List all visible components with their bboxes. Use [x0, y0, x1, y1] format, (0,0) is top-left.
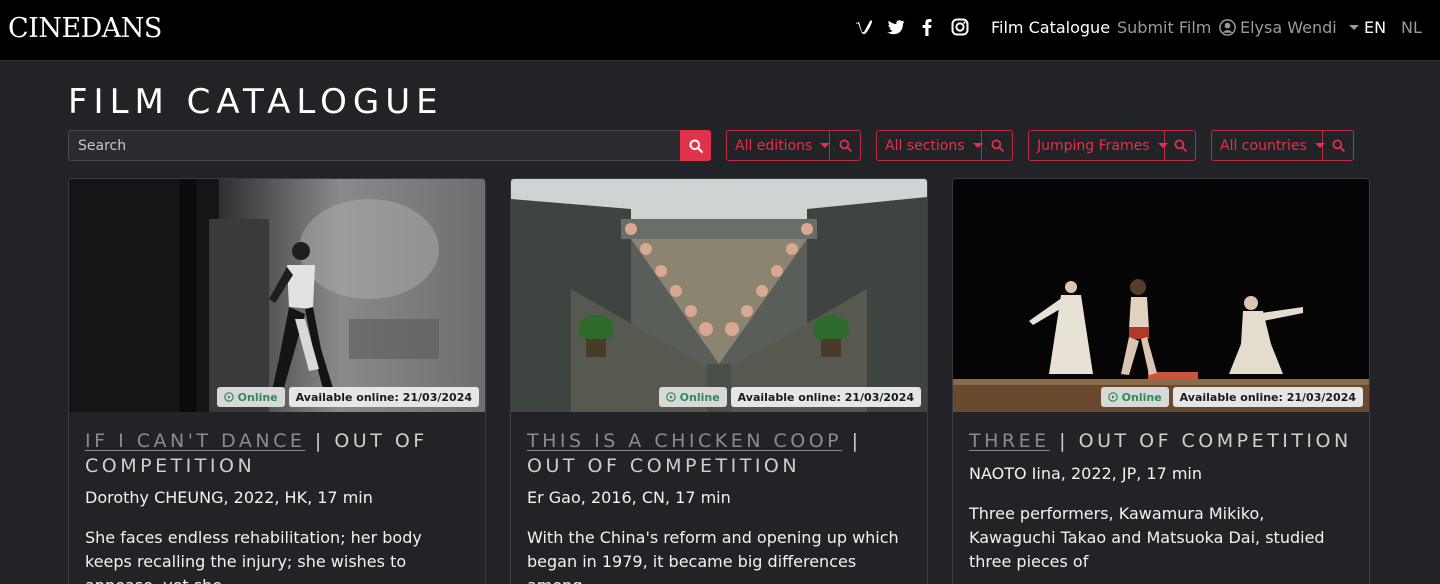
- film-meta: Dorothy CHEUNG, 2022, HK, 17 min: [85, 488, 373, 507]
- sections-filter-label: All sections: [885, 137, 965, 154]
- search-input[interactable]: [68, 130, 680, 161]
- instagram-icon[interactable]: [950, 16, 969, 38]
- online-badge: Online: [216, 387, 285, 407]
- film-description: With the China's reform and opening up w…: [527, 528, 899, 584]
- chevron-down-icon: [1348, 25, 1359, 30]
- title-separator: |: [1059, 430, 1070, 452]
- availability-badges: Online Available online: 21/03/2024: [216, 387, 479, 407]
- nav-film-catalogue[interactable]: Film Catalogue: [991, 18, 1110, 37]
- online-badge-label: Online: [1121, 390, 1162, 404]
- available-date-badge: Available online: 21/03/2024: [288, 387, 479, 407]
- online-badge-label: Online: [237, 390, 278, 404]
- program-filter-dropdown[interactable]: Jumping Frames: [1028, 130, 1168, 161]
- twitter-icon[interactable]: [886, 16, 905, 38]
- vimeo-icon[interactable]: [855, 16, 873, 38]
- page-title: FILM CATALOGUE: [68, 82, 444, 122]
- available-date-badge: Available online: 21/03/2024: [730, 387, 921, 407]
- program-filter-label: Jumping Frames: [1037, 137, 1150, 154]
- search-button[interactable]: [680, 130, 711, 161]
- sections-filter-search-button[interactable]: [982, 130, 1013, 161]
- film-title-line: IF I CAN'T DANCE | OUT OF COMPETITION: [85, 429, 471, 479]
- search-icon: [1174, 139, 1187, 152]
- film-card[interactable]: Online Available online: 21/03/2024 IF I…: [68, 178, 486, 584]
- lang-nl[interactable]: NL: [1401, 18, 1422, 37]
- editions-filter-label: All editions: [735, 137, 813, 154]
- film-title-line: THIS IS A CHICKEN COOP | OUT OF COMPETIT…: [527, 429, 913, 479]
- top-navbar: CINEDANS Film Catalogue Submit Film Elys…: [0, 0, 1440, 61]
- online-badge-label: Online: [679, 390, 720, 404]
- nav-submit-film[interactable]: Submit Film: [1117, 18, 1211, 37]
- search-icon: [1332, 139, 1345, 152]
- availability-badges: Online Available online: 21/03/2024: [658, 387, 921, 407]
- film-meta: Er Gao, 2016, CN, 17 min: [527, 488, 731, 507]
- chevron-down-icon: [820, 143, 831, 148]
- search-icon: [991, 139, 1004, 152]
- user-menu[interactable]: Elysa Wendi: [1219, 18, 1359, 37]
- film-description: She faces endless rehabilitation; her bo…: [85, 528, 422, 584]
- play-circle-icon: [665, 392, 676, 402]
- available-date-badge: Available online: 21/03/2024: [1172, 387, 1363, 407]
- facebook-icon[interactable]: [920, 16, 934, 38]
- editions-filter-search-button[interactable]: [830, 130, 861, 161]
- film-card[interactable]: Online Available online: 21/03/2024 THIS…: [510, 178, 928, 584]
- film-title-link[interactable]: IF I CAN'T DANCE: [85, 430, 305, 452]
- play-circle-icon: [1107, 392, 1118, 402]
- film-title-link[interactable]: THIS IS A CHICKEN COOP: [527, 430, 842, 452]
- online-badge: Online: [1100, 387, 1169, 407]
- search-icon: [839, 139, 852, 152]
- film-description: Three performers, Kawamura Mikiko, Kawag…: [969, 504, 1325, 571]
- film-category: OUT OF COMPETITION: [527, 455, 801, 477]
- countries-filter-label: All countries: [1220, 137, 1307, 154]
- site-logo[interactable]: CINEDANS: [8, 13, 162, 44]
- film-thumbnail[interactable]: [69, 179, 485, 412]
- user-name: Elysa Wendi: [1240, 18, 1337, 37]
- title-separator: |: [851, 430, 862, 452]
- film-meta: NAOTO Iina, 2022, JP, 17 min: [969, 464, 1203, 483]
- film-title-link[interactable]: THREE: [969, 430, 1050, 452]
- user-avatar-icon: [1219, 19, 1236, 36]
- sections-filter-dropdown[interactable]: All sections: [876, 130, 983, 161]
- title-separator: |: [314, 430, 325, 452]
- film-thumbnail[interactable]: [953, 179, 1369, 412]
- lang-en[interactable]: EN: [1364, 18, 1386, 37]
- online-badge: Online: [658, 387, 727, 407]
- play-circle-icon: [223, 392, 234, 402]
- film-thumbnail[interactable]: [511, 179, 927, 412]
- countries-filter-dropdown[interactable]: All countries: [1211, 130, 1325, 161]
- film-title-line: THREE | OUT OF COMPETITION: [969, 429, 1355, 454]
- program-filter-search-button[interactable]: [1165, 130, 1196, 161]
- editions-filter-dropdown[interactable]: All editions: [726, 130, 831, 161]
- film-category: OUT OF COMPETITION: [1078, 430, 1352, 452]
- film-card[interactable]: Online Available online: 21/03/2024 THRE…: [952, 178, 1370, 584]
- availability-badges: Online Available online: 21/03/2024: [1100, 387, 1363, 407]
- countries-filter-search-button[interactable]: [1323, 130, 1354, 161]
- search-icon: [689, 139, 703, 153]
